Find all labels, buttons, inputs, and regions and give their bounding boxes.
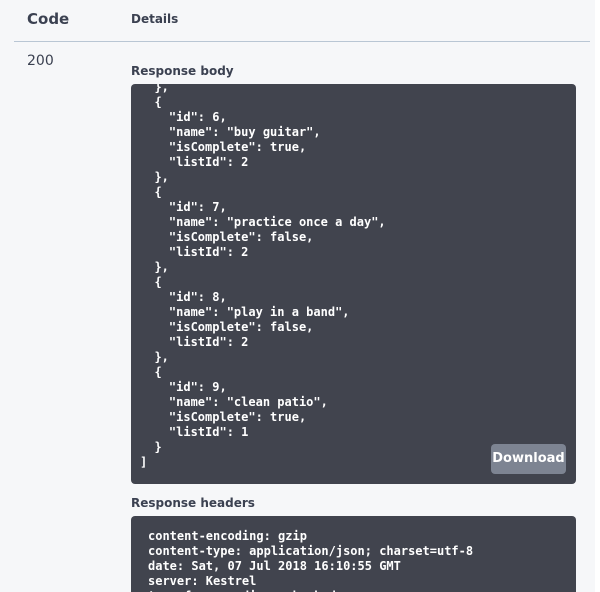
response-status-code: 200 (27, 53, 54, 69)
details-column-header: Details (131, 12, 179, 26)
response-headers-text: content-encoding: gzip content-type: app… (148, 529, 474, 592)
response-headers-label: Response headers (131, 496, 255, 510)
response-body-label: Response body (131, 64, 234, 78)
download-button[interactable]: Download (491, 444, 566, 474)
code-column-header: Code (27, 10, 70, 28)
page-edge (595, 0, 600, 592)
response-body-code-block[interactable]: }, { "id": 6, "name": "buy guitar", "isC… (131, 84, 576, 484)
response-body-text: }, { "id": 6, "name": "buy guitar", "isC… (140, 84, 386, 469)
response-headers-code-block[interactable]: content-encoding: gzip content-type: app… (131, 516, 576, 592)
header-divider (14, 41, 590, 42)
responses-table: Code Details 200 Response body }, { "id"… (0, 0, 600, 592)
